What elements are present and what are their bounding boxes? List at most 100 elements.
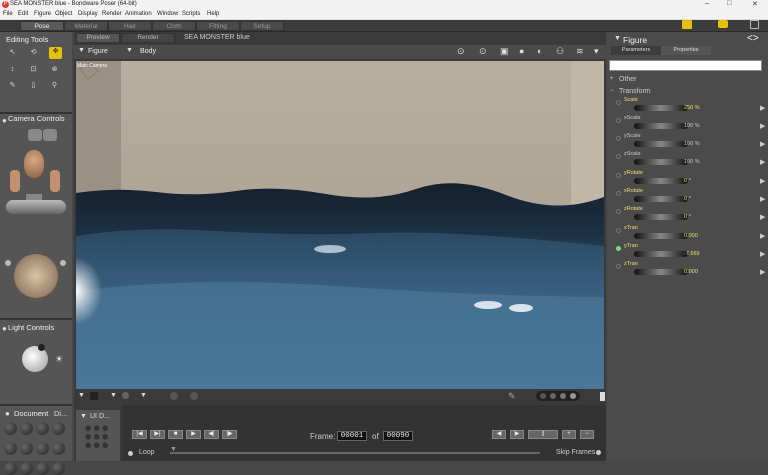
parameter-menu-arrow-icon[interactable]: ▶: [760, 140, 765, 148]
body-menu[interactable]: Body: [140, 48, 156, 55]
tab-setup[interactable]: Setup: [240, 21, 284, 31]
parameter-value[interactable]: 100 %: [684, 123, 700, 129]
tab-hair[interactable]: Hair: [108, 21, 152, 31]
parameter-search-input[interactable]: [609, 60, 762, 71]
parameter-menu-arrow-icon[interactable]: ▶: [760, 104, 765, 112]
key-indicator-radio[interactable]: [616, 100, 621, 105]
style-dot[interactable]: [560, 393, 566, 399]
scale-tool-icon[interactable]: ⊡: [29, 65, 38, 74]
parameter-value[interactable]: 250 %: [684, 105, 700, 111]
camera-trackball[interactable]: [14, 254, 58, 298]
ui-dots-tab[interactable]: UI D...: [90, 413, 110, 420]
pen-icon[interactable]: ✎: [508, 391, 516, 402]
parameter-value[interactable]: 0 °: [684, 214, 691, 220]
menu-file[interactable]: File: [3, 11, 13, 17]
parameter-menu-arrow-icon[interactable]: ▶: [760, 158, 765, 166]
parameter-dial[interactable]: [634, 123, 688, 129]
light-sphere[interactable]: [22, 346, 48, 372]
parameter-value[interactable]: 0 °: [684, 196, 691, 202]
multi-camera-icon[interactable]: ⚇: [556, 46, 564, 57]
dropdown-icon[interactable]: ▾: [594, 46, 599, 57]
rotate-tool-icon[interactable]: ⟲: [29, 48, 38, 57]
scroll-handle[interactable]: [600, 392, 605, 401]
ui-dot-grid[interactable]: [84, 424, 110, 450]
menu-scripts[interactable]: Scripts: [182, 11, 200, 17]
parameter-menu-arrow-icon[interactable]: ▶: [760, 232, 765, 240]
chain-break-icon[interactable]: ✎: [8, 81, 17, 90]
parameter-dial[interactable]: [634, 214, 688, 220]
collapse-icon[interactable]: ●: [2, 116, 7, 125]
parameter-value[interactable]: 100 %: [684, 141, 700, 147]
minimize-button[interactable]: –: [705, 0, 709, 7]
add-key-button[interactable]: +: [562, 430, 576, 439]
chat-icon[interactable]: [718, 20, 728, 28]
parameter-menu-arrow-icon[interactable]: ▶: [760, 268, 765, 276]
translate-tool-icon[interactable]: ✥: [49, 47, 62, 59]
face-camera-icon[interactable]: [24, 150, 44, 178]
parameter-menu-arrow-icon[interactable]: ▶: [760, 250, 765, 258]
menu-window[interactable]: Window: [157, 11, 178, 17]
key-indicator-radio[interactable]: [616, 228, 621, 233]
screenshot-icon[interactable]: ▣: [500, 46, 509, 57]
key-indicator-radio[interactable]: [616, 191, 621, 196]
parameter-value[interactable]: 100 %: [684, 159, 700, 165]
key-indicator-radio[interactable]: [616, 264, 621, 269]
current-frame-field[interactable]: 00001: [337, 431, 367, 441]
style-swatch[interactable]: [52, 462, 65, 475]
next-key-button[interactable]: ▶: [510, 430, 524, 439]
taper-tool-icon[interactable]: ⊛: [50, 65, 59, 74]
camera-snapshot-icon[interactable]: ⊙: [457, 46, 465, 57]
group-other[interactable]: Other: [619, 76, 637, 83]
tab-properties[interactable]: Properties: [661, 46, 711, 55]
style-swatch[interactable]: [4, 422, 17, 435]
key-indicator-radio[interactable]: [616, 246, 621, 251]
collapse-icon[interactable]: −: [610, 88, 614, 94]
key-indicator-radio[interactable]: [616, 173, 621, 178]
key-indicator-radio[interactable]: [616, 154, 621, 159]
dropdown-icon[interactable]: ▼: [140, 392, 147, 399]
parameter-menu-arrow-icon[interactable]: ▶: [760, 122, 765, 130]
parameter-dial[interactable]: [634, 251, 688, 257]
move-xz-control[interactable]: [6, 200, 66, 214]
tab-preview[interactable]: Preview: [76, 33, 120, 43]
scene-viewport[interactable]: Main Camera: [76, 61, 604, 389]
figure-style-icon[interactable]: [122, 392, 129, 399]
tab-cloth[interactable]: Cloth: [152, 21, 196, 31]
parameter-dial[interactable]: [634, 178, 688, 184]
twist-tool-icon[interactable]: ↕: [8, 65, 17, 74]
parameter-menu-arrow-icon[interactable]: ▶: [760, 213, 765, 221]
hand-camera-icon[interactable]: [43, 129, 57, 141]
sun-icon[interactable]: ☀: [55, 354, 63, 365]
collapse-icon[interactable]: ●: [2, 324, 7, 333]
tab-material[interactable]: Material: [64, 21, 108, 31]
element-style-icon[interactable]: [190, 392, 198, 400]
style-swatch[interactable]: [52, 442, 65, 455]
figure-menu[interactable]: Figure: [88, 48, 108, 55]
collapse-icon[interactable]: ●: [5, 409, 10, 418]
prev-key-button[interactable]: ◀: [492, 430, 506, 439]
parameter-dial[interactable]: [634, 105, 688, 111]
style-swatch[interactable]: [36, 422, 49, 435]
style-dot[interactable]: [570, 393, 576, 399]
key-icon[interactable]: ⚷: [528, 430, 558, 439]
group-transform[interactable]: Transform: [619, 88, 651, 95]
panel-nav-icon[interactable]: <>: [747, 33, 759, 44]
close-button[interactable]: ✕: [752, 0, 758, 8]
parameter-dial[interactable]: [634, 159, 688, 165]
element-style-icon[interactable]: [170, 392, 178, 400]
style-swatch[interactable]: [52, 422, 65, 435]
dropdown-icon[interactable]: ▼: [78, 392, 85, 399]
go-start-button[interactable]: |◀: [132, 430, 147, 439]
skip-frames-radio[interactable]: [596, 450, 601, 455]
menu-display[interactable]: Display: [78, 11, 98, 17]
tab-parameters[interactable]: Parameters: [611, 46, 661, 55]
wave-icon[interactable]: ≋: [576, 46, 584, 57]
style-swatch[interactable]: [4, 442, 17, 455]
parameter-menu-arrow-icon[interactable]: ▶: [760, 177, 765, 185]
parameter-dial[interactable]: [634, 196, 688, 202]
parameter-dial[interactable]: [634, 141, 688, 147]
tab-render[interactable]: Render: [121, 33, 175, 43]
right-hand-camera-icon[interactable]: [50, 170, 60, 192]
play-button[interactable]: ▶: [186, 430, 201, 439]
style-swatch[interactable]: [20, 462, 33, 475]
